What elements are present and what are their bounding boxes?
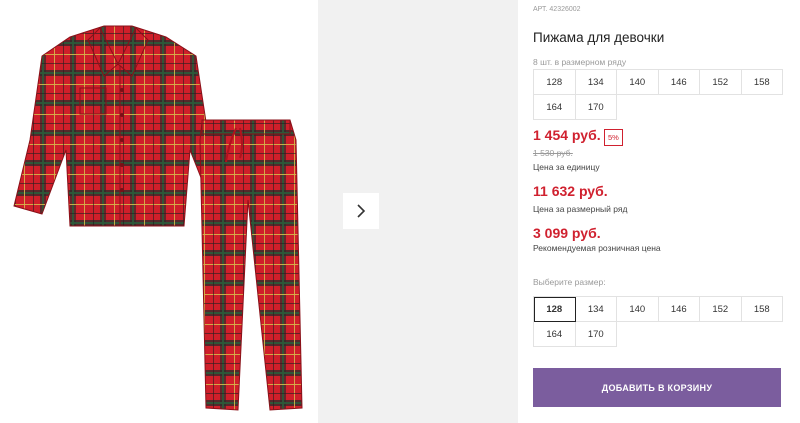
size-row-cell: 152 (700, 70, 742, 95)
size-row-cell: 158 (741, 70, 783, 95)
size-row-grid: 128 134 140 146 152 158 164 170 (533, 69, 783, 120)
size-option-170[interactable]: 170 (575, 322, 617, 347)
unit-price: 1 454 руб. (533, 127, 601, 143)
size-option-146[interactable]: 146 (658, 297, 700, 322)
product-page: АРТ. 42326002 Пижама для девочки 8 шт. в… (0, 0, 800, 423)
product-title: Пижама для девочки (533, 30, 665, 45)
article-number: АРТ. 42326002 (533, 6, 581, 13)
size-row-cell: 140 (617, 70, 659, 95)
size-option-158[interactable]: 158 (741, 297, 783, 322)
size-row-cell: 170 (575, 95, 617, 120)
size-option-134[interactable]: 134 (575, 297, 617, 322)
size-row-cell: 134 (575, 70, 617, 95)
size-row-cell: 146 (658, 70, 700, 95)
size-option-164[interactable]: 164 (534, 322, 576, 347)
pack-note: 8 шт. в размерном ряду (533, 57, 627, 67)
retail-price-label: Рекомендуемая розничная цена (533, 243, 661, 253)
choose-size-label: Выберите размер: (533, 277, 606, 287)
size-row-cell: 164 (534, 95, 576, 120)
product-photo[interactable] (0, 0, 318, 423)
discount-badge: 5% (604, 129, 623, 146)
unit-price-label: Цена за единицу (533, 162, 600, 172)
size-option-152[interactable]: 152 (700, 297, 742, 322)
size-selector: 128 134 140 146 152 158 164 170 (533, 296, 783, 347)
retail-price: 3 099 руб. (533, 225, 601, 241)
pajama-image (13, 25, 303, 411)
product-info: АРТ. 42326002 Пижама для девочки 8 шт. в… (533, 0, 800, 423)
chevron-right-icon (357, 204, 366, 218)
row-price-label: Цена за размерный ряд (533, 204, 628, 214)
old-price: 1 530 руб. (533, 148, 573, 158)
size-row-cell: 128 (534, 70, 576, 95)
size-option-140[interactable]: 140 (617, 297, 659, 322)
row-price: 11 632 руб. (533, 183, 608, 199)
gallery-next-button[interactable] (343, 193, 379, 229)
add-to-cart-button[interactable]: ДОБАВИТЬ В КОРЗИНУ (533, 368, 781, 407)
size-option-128[interactable]: 128 (534, 297, 576, 322)
